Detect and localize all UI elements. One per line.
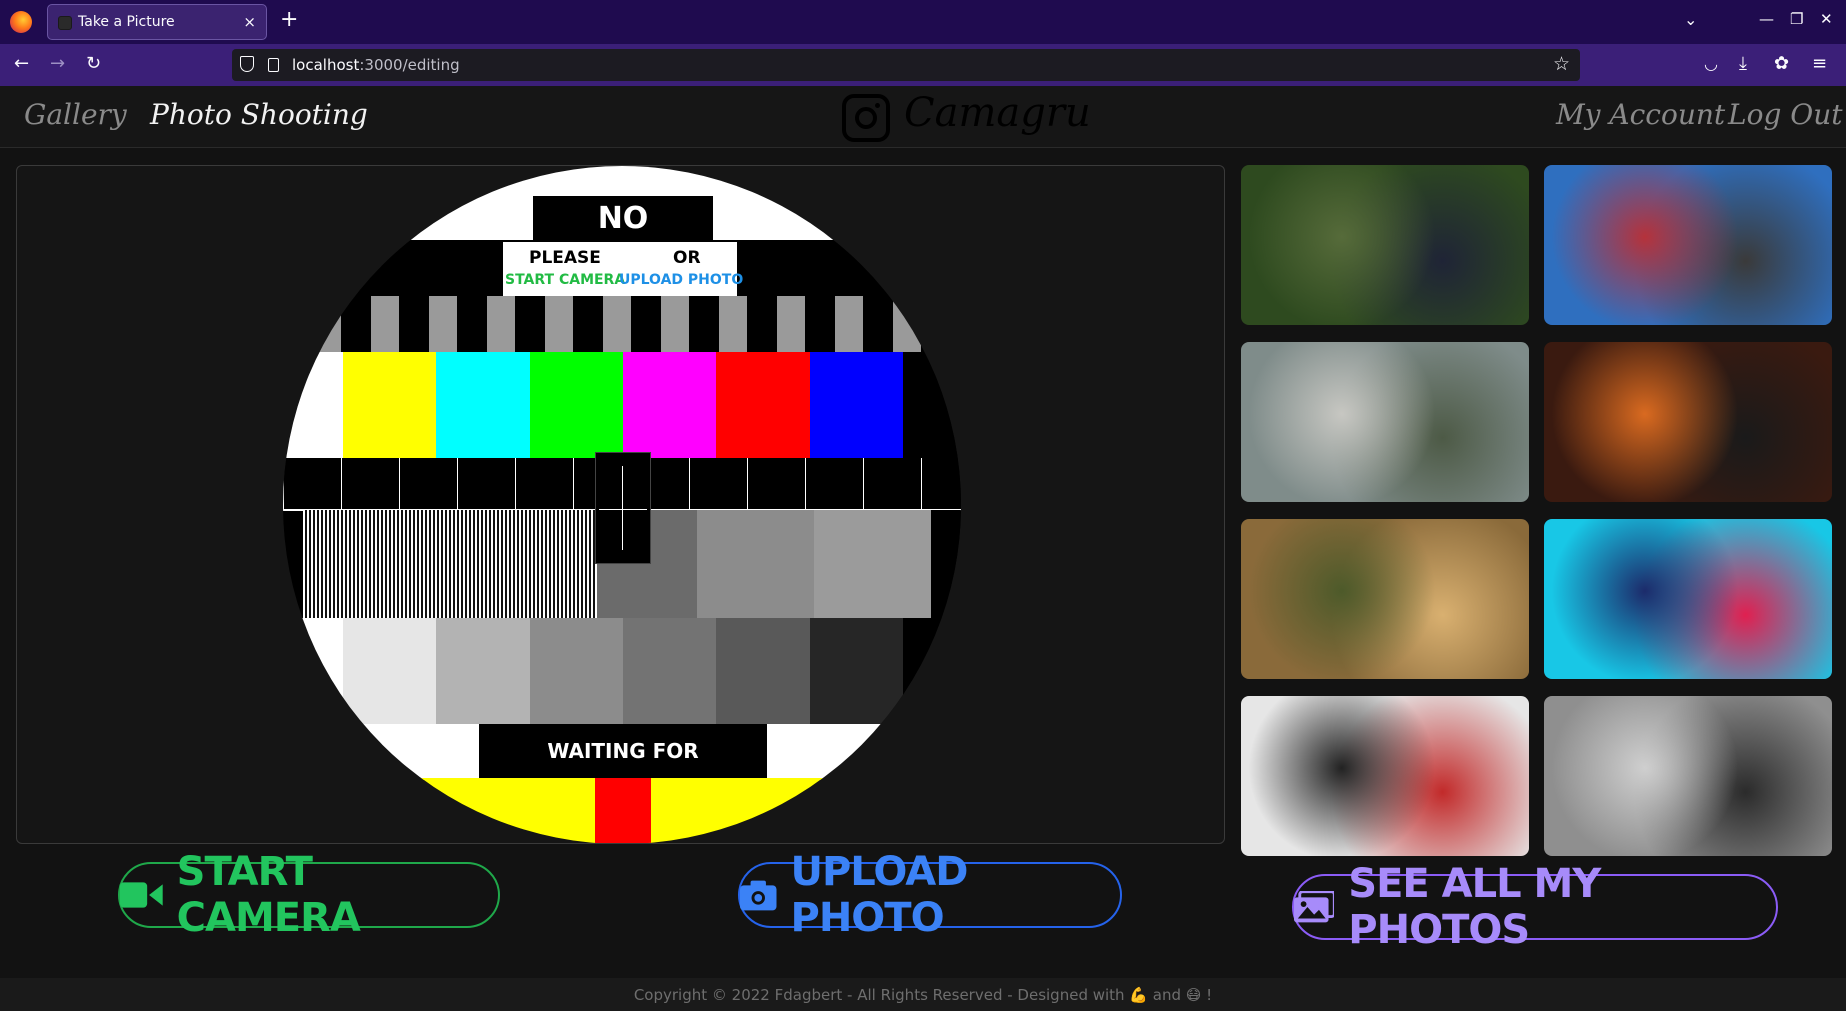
camera-icon [740,880,777,911]
camera-logo-icon[interactable] [842,94,890,142]
downloads-icon[interactable]: ⤓ [1739,54,1747,74]
see-all-my-photos-label: SEE ALL MY PHOTOS [1348,861,1601,953]
copyright-text: Copyright © 2022 Fdagbert - All Rights R… [633,986,1213,1004]
grey-bar [436,618,530,724]
minimize-icon[interactable]: — [1759,10,1774,28]
gta-car-photo[interactable] [1241,342,1529,502]
color-bar [529,352,623,458]
back-icon[interactable]: ← [14,54,29,74]
reload-icon[interactable]: ↻ [86,54,101,74]
start-camera-label: START CAMERA [176,849,361,941]
nav-photo-shooting-link[interactable]: Photo Shooting [150,98,368,131]
anonymous-neon-photo[interactable] [1544,519,1832,679]
grey-bar [343,618,437,724]
pocket-icon[interactable]: ◡ [1704,54,1718,74]
grey-bar [529,618,623,724]
thumbnail-image [1544,696,1832,856]
thumbnail-image [1241,342,1529,502]
nav-log-out-link[interactable]: Log Out [1728,98,1843,131]
camera-preview-frame: NO SIGNAL PLEASE OR START CAMERA UPLOAD … [16,165,1225,844]
grey-bar [622,618,717,724]
footer: Copyright © 2022 Fdagbert - All Rights R… [0,978,1846,1011]
or-text: OR [673,248,701,268]
browser-tab-bar: Take a Picture × + ⌄ — ❐ ✕ [0,0,1846,44]
no-signal-test-card: NO SIGNAL PLEASE OR START CAMERA UPLOAD … [283,166,961,843]
browser-tab[interactable]: Take a Picture × [47,4,267,40]
color-bar [343,352,437,458]
tab-title: Take a Picture [78,14,175,30]
waiting-text: WAITING FOR TRANSMISSION [479,724,767,817]
images-icon [1294,891,1335,923]
color-bars [343,352,903,458]
upload-photo-button[interactable]: UPLOAD PHOTO [738,849,1122,941]
family-masks-photo[interactable] [1241,165,1529,325]
site-header: Gallery Photo Shooting Camagru My Accoun… [0,86,1846,148]
thumbnail-image [1241,519,1529,679]
start-camera-button[interactable]: START CAMERA [118,849,500,941]
clown-confidential-photo[interactable] [1241,696,1529,856]
halo-spartan-photo[interactable] [1241,519,1529,679]
tab-list-chevron-icon[interactable]: ⌄ [1684,10,1697,29]
brand-name[interactable]: Camagru [904,90,1091,136]
thumbnail-image [1544,342,1832,502]
close-window-icon[interactable]: ✕ [1820,10,1833,28]
please-text: PLEASE [529,248,601,268]
no-signal-text: NO SIGNAL [533,196,713,282]
color-bar [436,352,530,458]
start-camera-hint: START CAMERA [505,272,626,288]
thumbnail-image [1241,696,1529,856]
grey-bar [716,618,810,724]
color-bar [716,352,810,458]
upload-photo-label: UPLOAD PHOTO [790,849,969,941]
tracking-shield-icon[interactable] [240,56,254,72]
browser-nav-bar: ← → ↻ localhost:3000/editing ☆ ◡ ⤓ ✿ ≡ [0,44,1846,86]
page-info-icon[interactable] [268,58,279,72]
thumbnail-image [1544,165,1832,325]
color-bar [809,352,903,458]
thumbnail-image [1544,519,1832,679]
url-text[interactable]: localhost:3000/editing [292,56,460,74]
new-tab-icon[interactable]: + [280,8,298,32]
see-all-my-photos-button[interactable]: SEE ALL MY PHOTOS [1292,861,1778,953]
tab-favicon-icon [58,16,72,30]
extensions-icon[interactable]: ✿ [1774,54,1789,74]
bluntman-gasmask-photo[interactable] [1544,165,1832,325]
42-portrait-photo[interactable] [1544,696,1832,856]
restore-icon[interactable]: ❐ [1790,10,1803,28]
thumbnail-image [1241,165,1529,325]
bookmark-star-icon[interactable]: ☆ [1553,53,1570,75]
url-bar[interactable]: localhost:3000/editing ☆ [232,49,1580,81]
nav-gallery-link[interactable]: Gallery [24,98,127,131]
greyscale-bars [343,618,903,724]
tab-close-icon[interactable]: × [243,13,256,31]
fire-sunglasses-photo[interactable] [1544,342,1832,502]
grey-bar [809,618,903,724]
upload-photo-hint: UPLOAD PHOTO [619,272,744,288]
forward-icon[interactable]: → [50,54,65,74]
firefox-logo-icon[interactable] [10,11,32,33]
video-camera-icon [120,882,163,908]
nav-my-account-link[interactable]: My Account [1556,98,1725,131]
color-bar [622,352,717,458]
menu-icon[interactable]: ≡ [1812,54,1827,74]
